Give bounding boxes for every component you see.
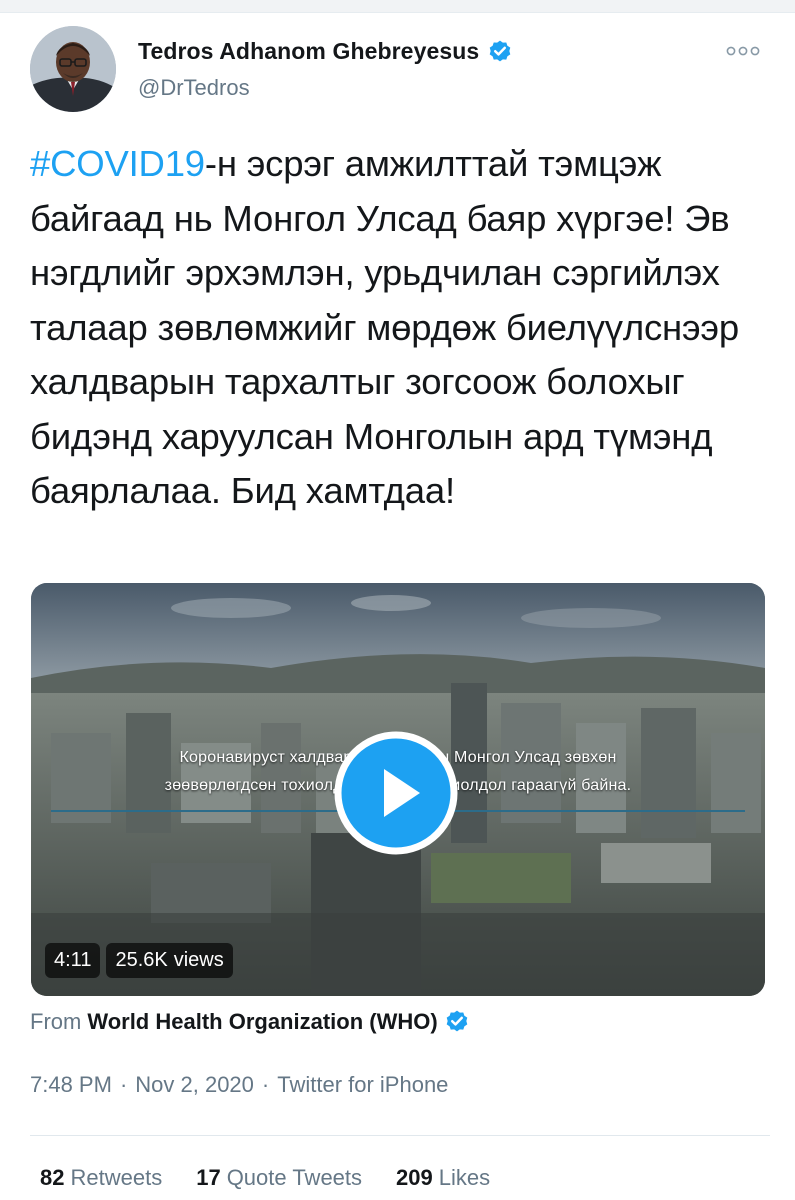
video-meta: 4:11 25.6K views [45,943,233,978]
quote-tweets-label: Quote Tweets [226,1165,363,1190]
source-account-link[interactable]: World Health Organization (WHO) [87,1009,437,1035]
from-label: From [30,1009,82,1034]
likes-count: 209 [396,1165,433,1190]
verified-badge-icon [446,1010,467,1032]
meta-separator: · [119,1072,128,1097]
tweet-header: Tedros Adhanom Ghebreyesus @DrTedros [30,26,770,116]
likes-stat[interactable]: 209 Likes [396,1165,490,1191]
play-button[interactable] [334,731,458,855]
user-handle[interactable]: @DrTedros [138,75,513,101]
retweets-stat[interactable]: 82 Retweets [40,1165,162,1191]
quote-tweets-stat[interactable]: 17 Quote Tweets [196,1165,362,1191]
video-views: 25.6K views [106,943,233,978]
display-name[interactable]: Tedros Adhanom Ghebreyesus [138,38,479,65]
views-count: 25.6K [115,949,168,971]
engagement-stats: 82 Retweets 17 Quote Tweets 209 Likes [40,1165,490,1191]
video-duration: 4:11 [45,943,101,978]
retweets-count: 82 [40,1165,65,1190]
meta-separator: · [261,1072,270,1097]
divider [30,1135,770,1136]
verified-badge-icon [490,40,511,61]
source-attribution: From World Health Organization (WHO) [30,1009,470,1035]
tweet-date[interactable]: Nov 2, 2020 [135,1072,254,1098]
tweet-timestamp-line: 7:48 PM · Nov 2, 2020 · Twitter for iPho… [30,1072,448,1098]
profile-photo-icon [30,26,116,112]
likes-label: Likes [438,1165,491,1190]
tweet-text: -н эсрэг амжилттай тэмцэж байгаад нь Мон… [30,143,739,511]
video-player[interactable]: Коронавируст халдварын цар хойш Монгол У… [31,583,765,996]
retweets-label: Retweets [70,1165,163,1190]
avatar[interactable] [30,26,116,112]
tweet-client[interactable]: Twitter for iPhone [277,1072,448,1098]
top-border [0,0,795,13]
play-icon [334,731,458,855]
views-label: views [173,949,224,971]
more-options-icon[interactable] [726,44,760,58]
tweet-body: #COVID19-н эсрэг амжилттай тэмцэж байгаа… [30,137,770,519]
quote-tweets-count: 17 [196,1165,221,1190]
tweet-time[interactable]: 7:48 PM [30,1072,112,1098]
hashtag-link[interactable]: #COVID19 [30,143,205,184]
